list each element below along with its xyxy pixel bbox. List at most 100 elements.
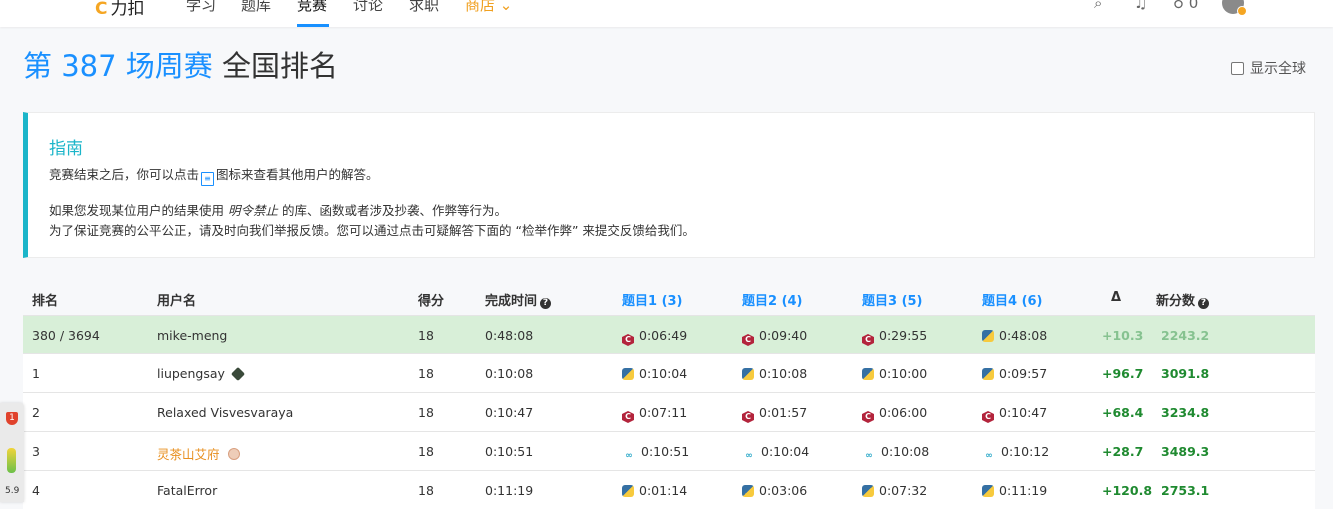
rank-cell: 1	[32, 366, 40, 381]
user-cell[interactable]: FatalError	[157, 483, 217, 498]
show-global-checkbox[interactable]	[1231, 61, 1244, 75]
time-cell: 0:10:51	[485, 444, 534, 459]
q2-cell[interactable]: C 0:01:57	[742, 405, 807, 423]
nav-jobs[interactable]: 求职	[409, 0, 439, 15]
delta-cell: +10.3	[1102, 328, 1144, 343]
q2-cell[interactable]: ∞ 0:10:04	[742, 444, 809, 462]
bell-icon[interactable]: ♫	[1134, 0, 1147, 12]
q4-cell[interactable]: 0:09:57	[982, 366, 1047, 381]
delta-cell: +68.4	[1102, 405, 1144, 420]
nav-discuss[interactable]: 讨论	[353, 0, 383, 15]
header-q1[interactable]: 题目1 (3)	[622, 290, 683, 309]
rank-cell: 4	[32, 483, 40, 498]
q4-cell[interactable]: 0:11:19	[982, 483, 1047, 498]
user-name: liupengsay	[157, 366, 225, 381]
header-rating: 新分数?	[1156, 290, 1210, 309]
guide-line-2: 如果您发现某位用户的结果使用 明令禁止 的库、函数或者涉及抄袭、作弊等行为。	[49, 200, 507, 219]
nav-problems[interactable]: 题库	[241, 0, 271, 15]
q3-cell[interactable]: ∞ 0:10:08	[862, 444, 929, 462]
q4-time: 0:10:47	[999, 405, 1048, 420]
header-q3[interactable]: 题目3 (5)	[862, 290, 923, 309]
rating-cell: 3234.8	[1161, 405, 1210, 420]
ranking-table: 排名 用户名 得分 完成时间? 题目1 (3) 题目2 (4) 题目3 (5) …	[23, 279, 1315, 509]
nav-store-label: 商店	[465, 0, 496, 14]
nav-contest[interactable]: 竞赛	[297, 0, 327, 15]
python-icon	[982, 485, 994, 497]
header-q2[interactable]: 题目2 (4)	[742, 290, 803, 309]
shield-icon[interactable]: 1	[6, 412, 18, 425]
q3-cell[interactable]: 0:07:32	[862, 483, 927, 498]
q1-cell[interactable]: C 0:06:49	[622, 328, 687, 346]
q2-cell[interactable]: 0:10:08	[742, 366, 807, 381]
delta-cell: +120.8	[1102, 483, 1153, 498]
score-cell: 18	[418, 483, 434, 498]
q3-time: 0:10:00	[879, 366, 928, 381]
user-cell[interactable]: mike-meng	[157, 328, 227, 343]
extension-widget[interactable]: 1 5.9	[0, 403, 24, 502]
q3-cell[interactable]: C 0:06:00	[862, 405, 927, 423]
avatar[interactable]	[1222, 0, 1247, 16]
guide-line-1-end: 图标来查看其他用户的解答。	[216, 167, 379, 182]
cpp-icon: C	[862, 411, 874, 423]
python-icon	[742, 485, 754, 497]
q1-cell[interactable]: 0:01:14	[622, 483, 687, 498]
table-row: 3 灵茶山艾府 18 0:10:51 ∞ 0:10:51 ∞ 0:10:04 ∞ 0:…	[23, 431, 1315, 470]
header-rating-label: 新分数	[1156, 294, 1196, 309]
guide-line-2-end: 的库、函数或者涉及抄袭、作弊等行为。	[282, 203, 508, 218]
avatar-badge-icon	[1237, 6, 1247, 16]
table-row: 1 liupengsay 18 0:10:08 0:10:04 0:10:08 …	[23, 353, 1315, 392]
chevron-down-icon: ⌄	[499, 0, 513, 14]
search-icon[interactable]: ⌕	[1094, 0, 1102, 12]
q2-time: 0:09:40	[759, 328, 808, 343]
guide-line-2-emphasis: 明令禁止	[228, 203, 279, 218]
header-q4[interactable]: 题目4 (6)	[982, 290, 1043, 309]
q2-cell[interactable]: 0:03:06	[742, 483, 807, 498]
show-global-label: 显示全球	[1250, 61, 1306, 77]
time-cell: 0:11:19	[485, 483, 534, 498]
q4-time: 0:10:12	[1001, 444, 1050, 459]
user-cell[interactable]: 灵茶山艾府	[157, 444, 240, 463]
nav-learn[interactable]: 学习	[186, 0, 216, 15]
contest-name: 第 387 场周赛	[23, 49, 213, 83]
python-icon	[742, 368, 754, 380]
q1-time: 0:01:14	[639, 483, 688, 498]
help-icon[interactable]: ?	[1198, 298, 1210, 309]
header-rank: 排名	[32, 294, 59, 309]
rating-cell: 2243.2	[1161, 328, 1210, 343]
points-count: 0	[1188, 0, 1199, 12]
user-cell[interactable]: Relaxed Visvesvaraya	[157, 405, 293, 420]
q3-time: 0:29:55	[879, 328, 928, 343]
version-label: 5.9	[5, 486, 20, 496]
q2-time: 0:10:08	[759, 366, 808, 381]
q1-cell[interactable]: 0:10:04	[622, 366, 687, 381]
q1-cell[interactable]: C 0:07:11	[622, 405, 687, 423]
user-cell[interactable]: liupengsay	[157, 366, 245, 382]
python-icon	[622, 368, 634, 380]
help-icon[interactable]: ?	[540, 298, 552, 309]
q3-cell[interactable]: C 0:29:55	[862, 328, 927, 346]
cpp-icon: C	[862, 334, 874, 346]
q4-cell[interactable]: ∞ 0:10:12	[982, 444, 1049, 462]
q1-time: 0:06:49	[639, 328, 688, 343]
header-score: 得分	[418, 294, 445, 309]
q2-time: 0:01:57	[759, 405, 808, 420]
q3-cell[interactable]: 0:10:00	[862, 366, 927, 381]
logo[interactable]: C 力扣	[95, 0, 144, 19]
table-row: 2 Relaxed Visvesvaraya 18 0:10:47 C 0:07:…	[23, 392, 1315, 431]
points-icon: ♁	[1173, 0, 1184, 12]
user-name: 灵茶山艾府	[157, 447, 220, 462]
q4-cell[interactable]: C 0:10:47	[982, 405, 1047, 423]
cpp-icon: C	[742, 411, 754, 423]
q1-time: 0:10:51	[641, 444, 690, 459]
q2-cell[interactable]: C 0:09:40	[742, 328, 807, 346]
logo-text: 力扣	[110, 0, 145, 19]
q3-time: 0:06:00	[879, 405, 928, 420]
q1-cell[interactable]: ∞ 0:10:51	[622, 444, 689, 462]
q4-time: 0:48:08	[999, 328, 1048, 343]
q2-time: 0:03:06	[759, 483, 808, 498]
header-time: 完成时间?	[485, 290, 552, 309]
nav-store[interactable]: 商店 ⌄	[465, 0, 512, 15]
q4-cell[interactable]: 0:48:08	[982, 328, 1047, 343]
show-global-toggle[interactable]: 显示全球	[1231, 58, 1306, 78]
points-indicator[interactable]: ♁ 0	[1173, 0, 1198, 12]
